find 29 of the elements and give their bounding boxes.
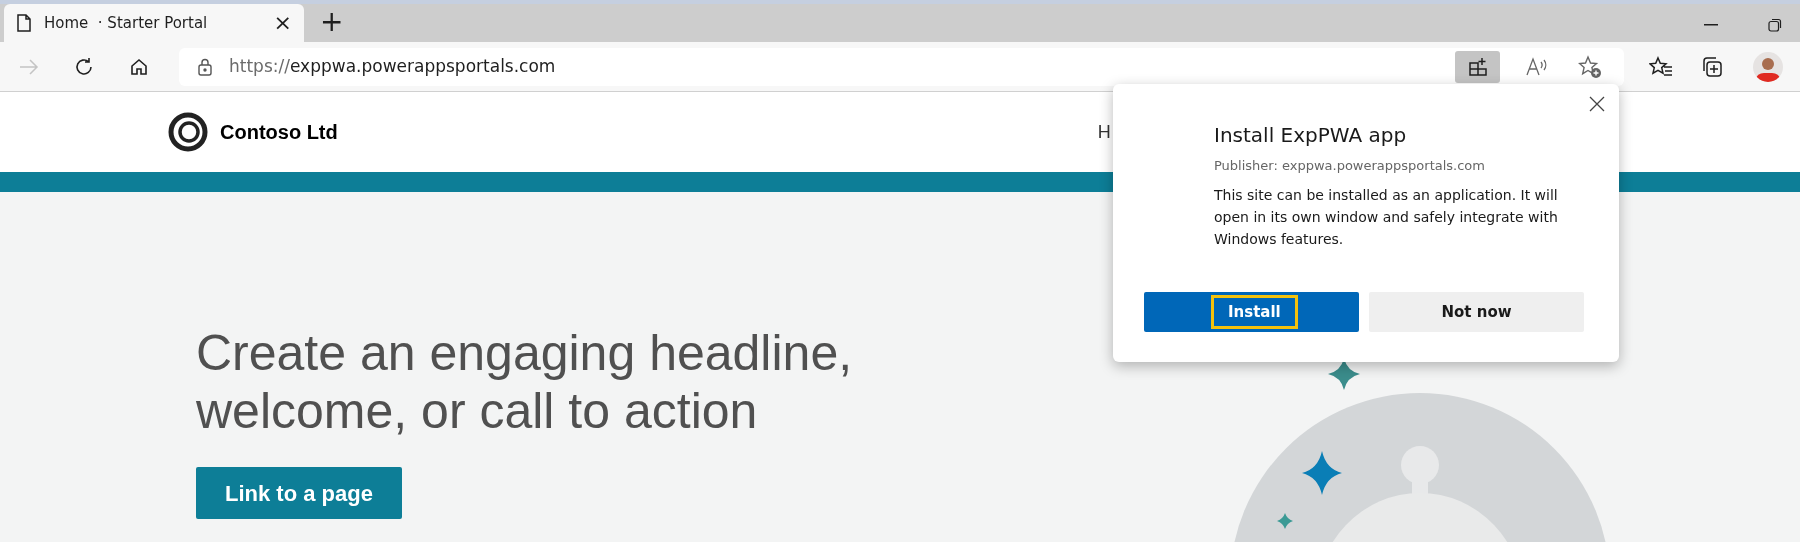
link-to-page-button[interactable]: Link to a page <box>196 467 402 519</box>
close-icon[interactable] <box>1589 96 1605 112</box>
popup-title: Install ExpPWA app <box>1214 122 1408 149</box>
avatar-icon[interactable] <box>1753 51 1783 82</box>
close-tab-button[interactable]: × <box>273 12 292 34</box>
browser-tab[interactable]: Home · Starter Portal × <box>4 4 304 42</box>
app-available-button[interactable] <box>1455 50 1500 83</box>
not-now-button[interactable]: Not now <box>1369 292 1584 332</box>
refresh-icon[interactable] <box>74 56 94 77</box>
brand-name: Contoso Ltd <box>220 120 338 145</box>
apps-icon <box>1467 56 1488 77</box>
publisher-text: Publisher: exppwa.powerappsportals.com <box>1214 157 1486 175</box>
restore-icon[interactable] <box>1768 18 1782 32</box>
new-tab-button[interactable]: + <box>320 8 344 36</box>
install-button[interactable]: Install <box>1144 292 1359 332</box>
collections-icon[interactable] <box>1701 55 1723 78</box>
address-bar[interactable]: https://exppwa.powerappsportals.com <box>179 47 1624 86</box>
page-icon <box>16 14 32 32</box>
popup-message: This site can be installed as an application. It will open in its own window and safely integrate with Windows features. <box>1214 185 1559 249</box>
home-icon[interactable] <box>129 56 149 77</box>
logo-icon <box>168 112 208 152</box>
lock-icon <box>197 57 213 76</box>
favorites-icon[interactable] <box>1649 55 1673 78</box>
add-favorite-icon[interactable] <box>1578 54 1602 79</box>
headline: Create an engaging headline, welcome, or call to action <box>196 324 854 440</box>
nav-link[interactable]: H <box>1097 118 1111 146</box>
url-text: https://exppwa.powerappsportals.com <box>229 54 557 78</box>
minimize-icon[interactable] <box>1704 24 1718 26</box>
tab-title: Home · Starter Portal <box>44 12 209 34</box>
